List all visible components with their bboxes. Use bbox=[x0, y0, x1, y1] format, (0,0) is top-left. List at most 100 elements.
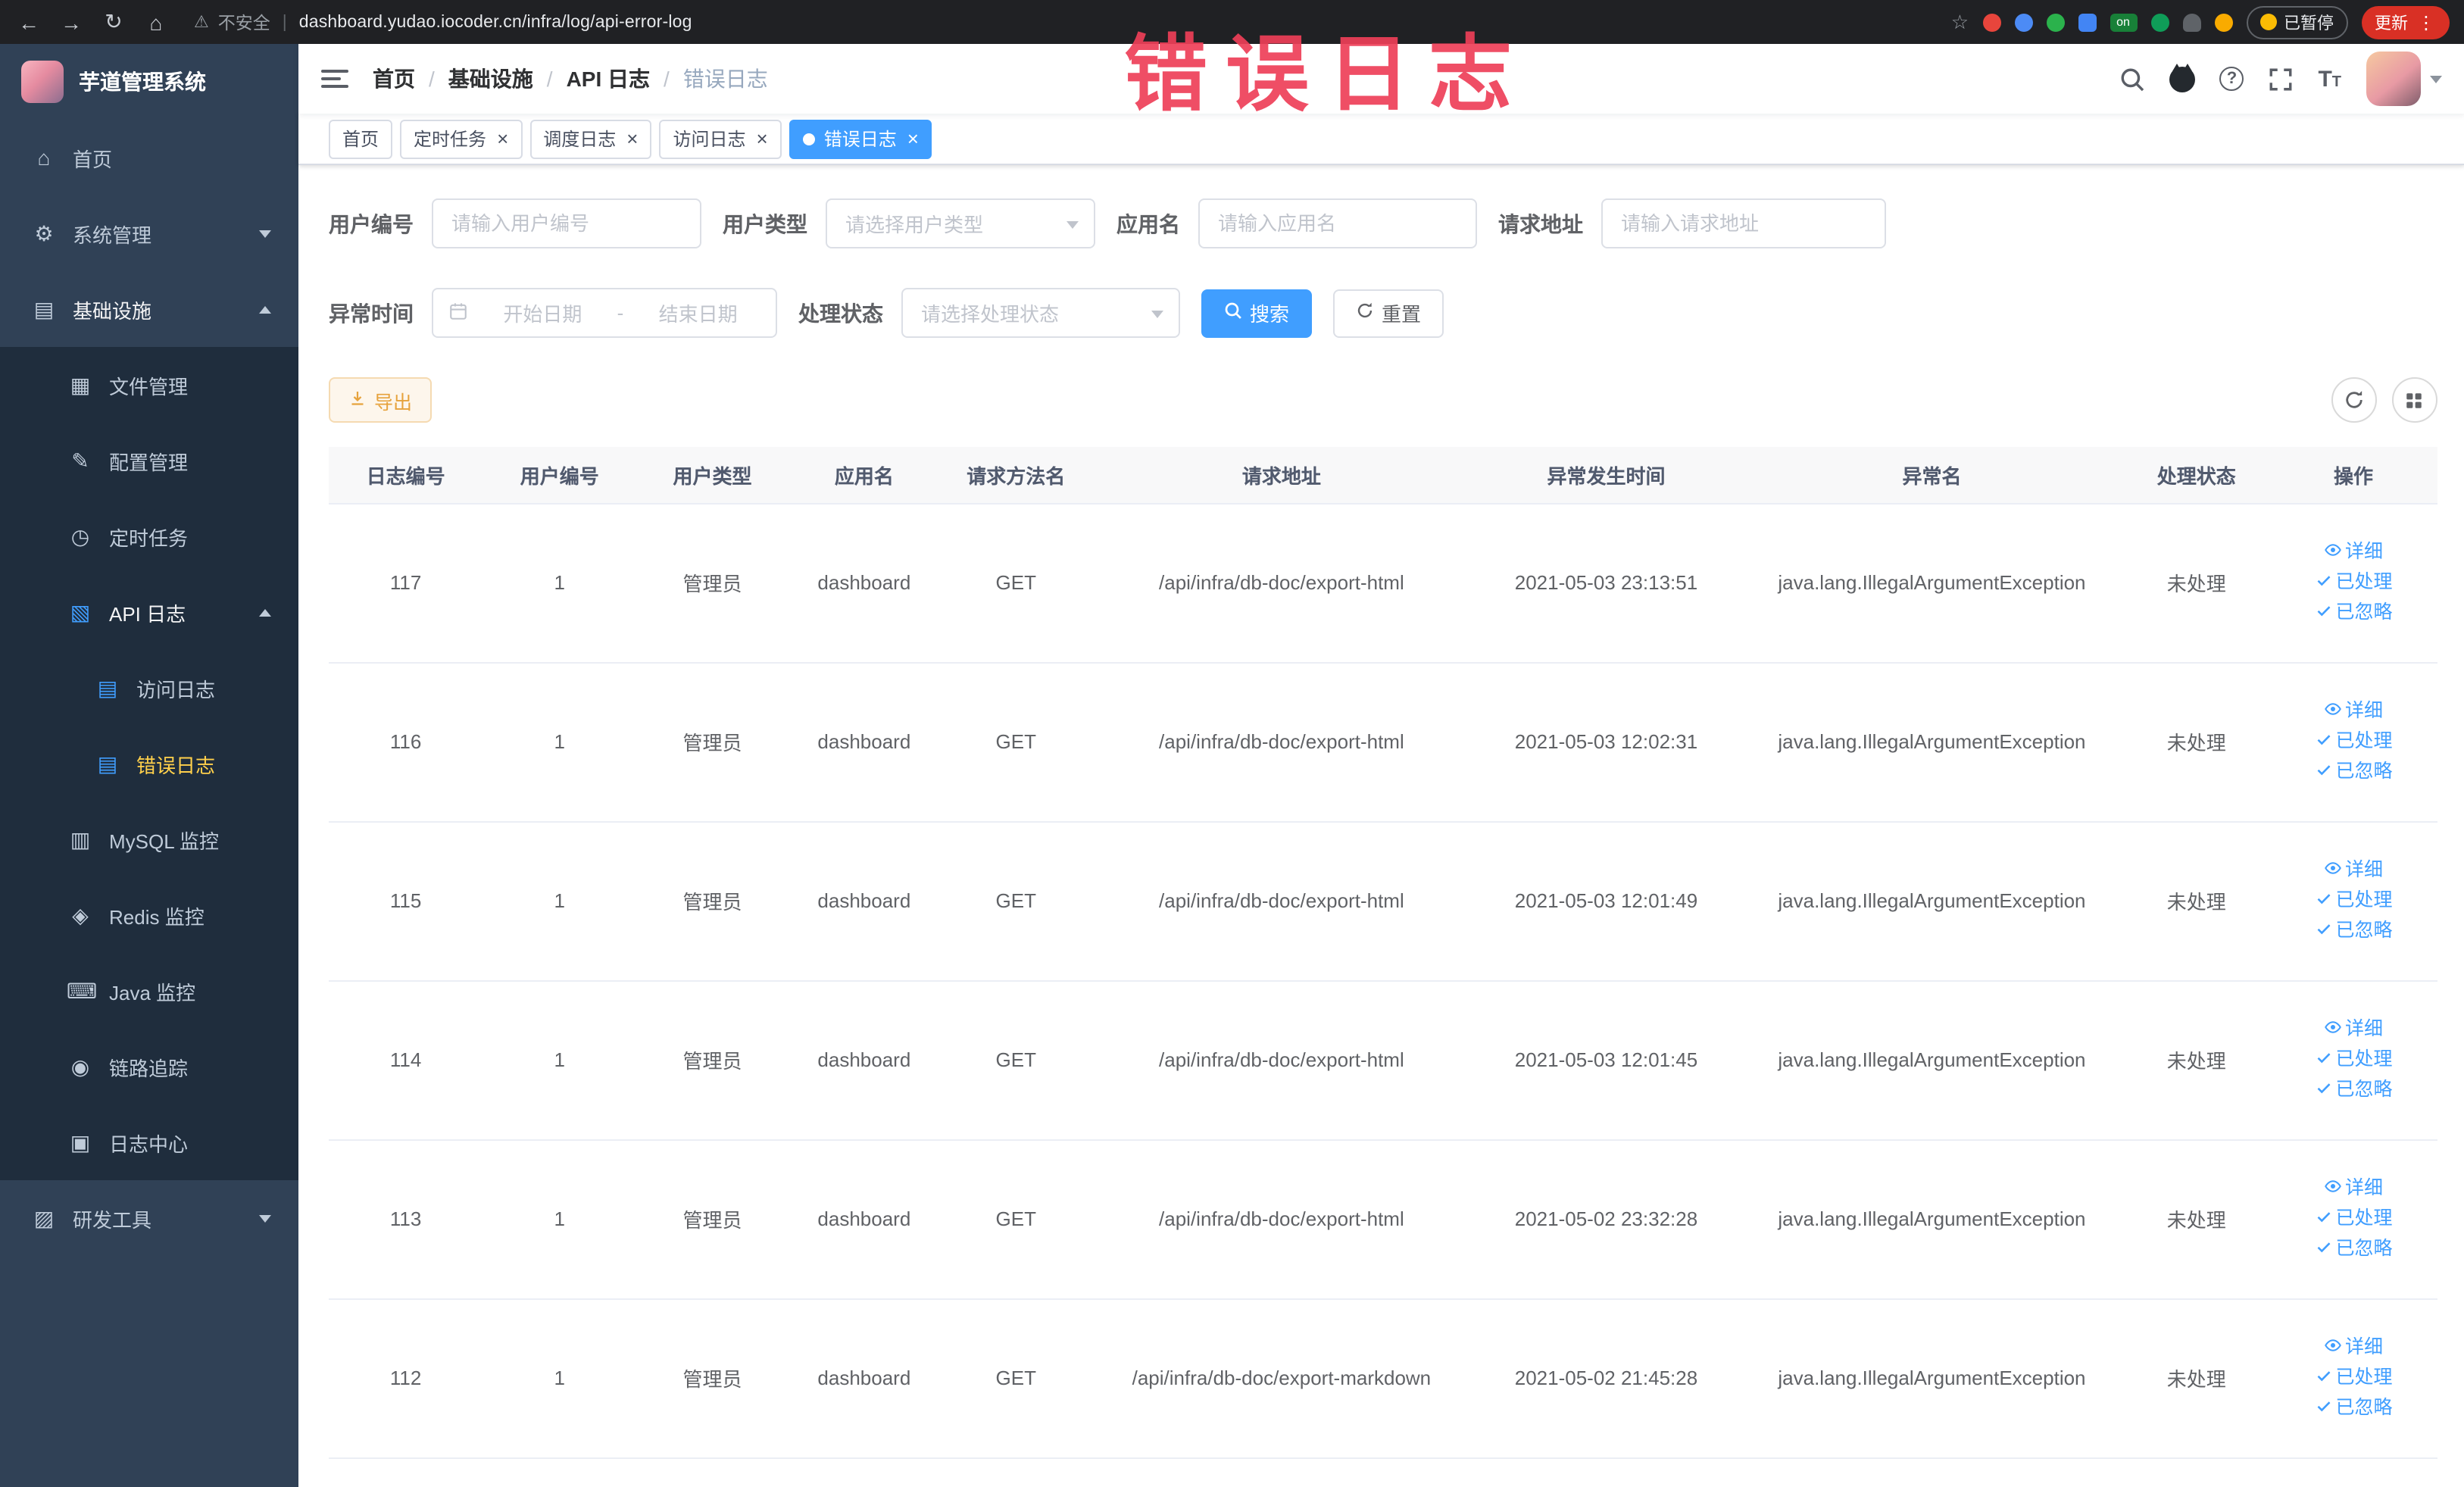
sidebar-item[interactable]: ◷ 定时任务 bbox=[0, 498, 298, 574]
github-icon[interactable] bbox=[2169, 63, 2196, 92]
close-icon[interactable]: × bbox=[907, 129, 919, 148]
sidebar-item-label: 配置管理 bbox=[109, 451, 189, 473]
sidebar-item[interactable]: ▣ 日志中心 bbox=[0, 1104, 298, 1180]
reload-icon[interactable]: ↻ bbox=[100, 9, 127, 35]
chevron-down-icon bbox=[1151, 311, 1163, 318]
row-action[interactable]: 已处理 bbox=[2279, 1204, 2428, 1234]
sidebar-item[interactable]: ▤ 错误日志 bbox=[0, 726, 298, 801]
end-date-placeholder: 结束日期 bbox=[658, 303, 738, 326]
extension-icon[interactable] bbox=[2046, 13, 2064, 31]
forward-icon[interactable]: → bbox=[58, 10, 85, 34]
check-icon bbox=[2315, 887, 2333, 916]
row-action[interactable]: 详细 bbox=[2279, 1173, 2428, 1204]
sidebar-item[interactable]: ◉ 链路追踪 bbox=[0, 1029, 298, 1104]
tab-item[interactable]: 首页 bbox=[329, 119, 393, 158]
active-dot-icon bbox=[802, 133, 815, 145]
sidebar-item[interactable]: ▤ 访问日志 bbox=[0, 650, 298, 726]
app-name-input[interactable] bbox=[1198, 198, 1477, 248]
user-menu[interactable] bbox=[2366, 52, 2441, 106]
row-action[interactable]: 已忽略 bbox=[2279, 598, 2428, 628]
close-icon[interactable]: × bbox=[497, 129, 508, 148]
extension-icon[interactable] bbox=[2150, 13, 2169, 31]
row-action[interactable]: 已忽略 bbox=[2279, 916, 2428, 946]
sidebar-item[interactable]: ⌨ Java 监控 bbox=[0, 953, 298, 1029]
sidebar-item[interactable]: ✎ 配置管理 bbox=[0, 423, 298, 498]
row-action[interactable]: 详细 bbox=[2279, 855, 2428, 886]
tab-item[interactable]: 定时任务 × bbox=[400, 119, 523, 158]
back-icon[interactable]: ← bbox=[15, 10, 42, 34]
security-label: 不安全 bbox=[217, 14, 270, 33]
search-button[interactable]: 搜索 bbox=[1201, 289, 1313, 337]
puzzle-extensions-icon[interactable] bbox=[2182, 13, 2200, 31]
search-icon[interactable] bbox=[2119, 66, 2145, 92]
profile-avatar-icon[interactable] bbox=[2214, 13, 2232, 31]
row-action[interactable]: 已处理 bbox=[2279, 886, 2428, 916]
column-settings-button[interactable] bbox=[2391, 377, 2437, 423]
table-header-cell: 异常发生时间 bbox=[1471, 447, 1741, 504]
table-cell: 117 bbox=[329, 503, 483, 663]
row-action[interactable]: 详细 bbox=[2279, 537, 2428, 567]
sidebar-item[interactable]: ▤ 基础设施 bbox=[0, 271, 298, 347]
table-cell: java.lang.IllegalArgumentException bbox=[1741, 503, 2123, 663]
bookmark-star-icon[interactable]: ☆ bbox=[1951, 10, 1969, 34]
row-action[interactable]: 已忽略 bbox=[2279, 1075, 2428, 1105]
edit-icon: ✎ bbox=[71, 448, 89, 472]
breadcrumb-item[interactable]: API 日志 bbox=[567, 64, 650, 94]
sidebar-item[interactable]: ▧ API 日志 bbox=[0, 574, 298, 650]
refresh-icon bbox=[1356, 301, 1374, 324]
font-size-icon[interactable]: TT bbox=[2318, 66, 2341, 92]
close-icon[interactable]: × bbox=[757, 129, 768, 148]
sidebar-logo[interactable]: 芋道管理系统 bbox=[0, 44, 298, 120]
table-cell: 1 bbox=[482, 1139, 637, 1299]
refresh-table-button[interactable] bbox=[2331, 377, 2376, 423]
row-action[interactable]: 已处理 bbox=[2279, 567, 2428, 598]
chevron-up-icon bbox=[259, 608, 271, 616]
breadcrumb-item[interactable]: 基础设施 bbox=[448, 64, 533, 94]
row-action[interactable]: 详细 bbox=[2279, 1332, 2428, 1363]
reset-button[interactable]: 重置 bbox=[1333, 289, 1444, 337]
hamburger-icon[interactable] bbox=[321, 65, 348, 92]
row-action[interactable]: 已处理 bbox=[2279, 1363, 2428, 1393]
breadcrumb-separator: / bbox=[429, 67, 435, 91]
tab-item[interactable]: 调度日志 × bbox=[529, 119, 652, 158]
sidebar-item[interactable]: ⌂ 首页 bbox=[0, 120, 298, 195]
paused-pill[interactable]: 已暂停 bbox=[2246, 5, 2347, 39]
fullscreen-icon[interactable] bbox=[2268, 66, 2294, 92]
extension-badge[interactable]: on bbox=[2110, 13, 2137, 31]
row-action[interactable]: 已忽略 bbox=[2279, 757, 2428, 787]
extension-icon[interactable] bbox=[2078, 13, 2096, 31]
address-divider: | bbox=[282, 13, 287, 31]
address-bar[interactable]: ⚠ 不安全 | dashboard.yudao.iocoder.cn/infra… bbox=[194, 10, 692, 34]
user-type-select[interactable]: 请选择用户类型 bbox=[826, 198, 1095, 248]
sidebar-item[interactable]: ▦ 文件管理 bbox=[0, 347, 298, 423]
close-icon[interactable]: × bbox=[626, 129, 638, 148]
kebab-menu-icon[interactable]: ⋮ bbox=[2417, 11, 2435, 33]
update-button[interactable]: 更新 ⋮ bbox=[2361, 5, 2449, 39]
export-button[interactable]: 导出 bbox=[329, 377, 433, 423]
user-id-input[interactable] bbox=[432, 198, 701, 248]
sidebar-item-label: 研发工具 bbox=[73, 1208, 152, 1231]
sidebar-item[interactable]: ▨ 研发工具 bbox=[0, 1180, 298, 1256]
row-action[interactable]: 已忽略 bbox=[2279, 1234, 2428, 1264]
exception-time-range-picker[interactable]: 开始日期 - 结束日期 bbox=[432, 288, 777, 338]
sidebar-item[interactable]: ⚙ 系统管理 bbox=[0, 195, 298, 271]
row-action[interactable]: 已处理 bbox=[2279, 1045, 2428, 1075]
browser-home-icon[interactable]: ⌂ bbox=[142, 10, 170, 34]
extension-icon[interactable] bbox=[1982, 13, 2000, 31]
sidebar-item[interactable]: ▥ MySQL 监控 bbox=[0, 801, 298, 877]
row-action[interactable]: 已忽略 bbox=[2279, 1393, 2428, 1423]
sidebar-item[interactable]: ◈ Redis 监控 bbox=[0, 877, 298, 953]
extension-icon[interactable] bbox=[2014, 13, 2032, 31]
breadcrumb-item[interactable]: 首页 bbox=[373, 64, 415, 94]
row-action[interactable]: 已处理 bbox=[2279, 726, 2428, 757]
tab-item[interactable]: 错误日志 × bbox=[789, 119, 932, 158]
tab-item[interactable]: 访问日志 × bbox=[659, 119, 782, 158]
process-status-select[interactable]: 请选择处理状态 bbox=[901, 288, 1180, 338]
emoji-face-icon bbox=[2259, 14, 2276, 30]
row-action[interactable]: 详细 bbox=[2279, 696, 2428, 726]
table-cell: 116 bbox=[329, 662, 483, 822]
sidebar-item-label: 日志中心 bbox=[109, 1132, 189, 1155]
help-icon[interactable]: ? bbox=[2219, 67, 2244, 91]
request-url-input[interactable] bbox=[1601, 198, 1886, 248]
row-action[interactable]: 详细 bbox=[2279, 1014, 2428, 1045]
